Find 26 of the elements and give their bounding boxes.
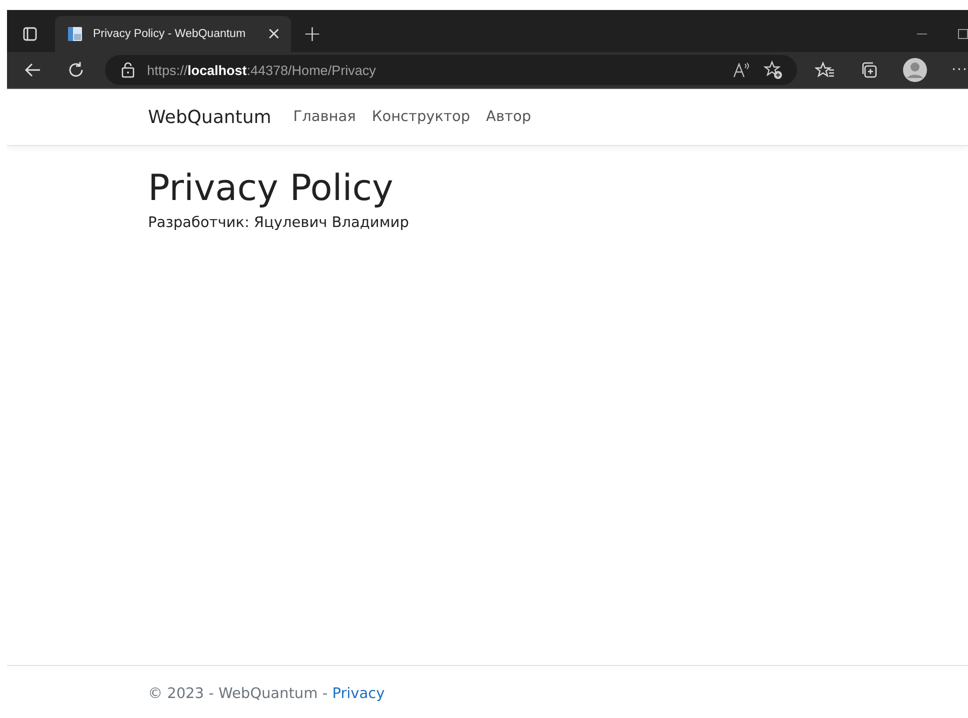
nav-link[interactable]: Автор [486,109,532,125]
page-heading: Privacy Policy [148,168,394,209]
profile-avatar-icon[interactable] [902,58,927,82]
tab-actions-icon[interactable] [23,27,37,41]
maximize-icon[interactable] [958,29,968,39]
tab-title: Privacy Policy - WebQuantum [93,28,247,40]
lock-icon [120,62,135,78]
footer-text: © 2023 - WebQuantum - Privacy [148,686,385,702]
back-icon[interactable] [24,61,42,79]
brand-link[interactable]: WebQuantum [148,106,272,128]
new-tab-button[interactable]: + [303,22,322,46]
address-bar[interactable]: https://localhost:44378/Home/Privacy [104,55,797,85]
add-favorite-icon[interactable] [762,60,783,80]
nav-link[interactable]: Конструктор [372,109,470,125]
read-aloud-icon[interactable] [732,62,751,78]
collections-icon[interactable] [860,61,878,79]
favorites-icon[interactable] [814,61,835,79]
developer-text: Разработчик: Яцулевич Владимир [148,215,410,231]
nav-link[interactable]: Главная [293,109,356,125]
more-button[interactable]: ··· [952,62,968,78]
url-text: https://localhost:44378/Home/Privacy [146,62,376,78]
close-tab-button[interactable]: × [266,24,281,44]
privacy-link[interactable]: Privacy [332,686,385,702]
browser-tab[interactable]: Privacy Policy - WebQuantum × [55,16,291,52]
page-icon [67,26,83,42]
refresh-icon[interactable] [66,61,85,79]
